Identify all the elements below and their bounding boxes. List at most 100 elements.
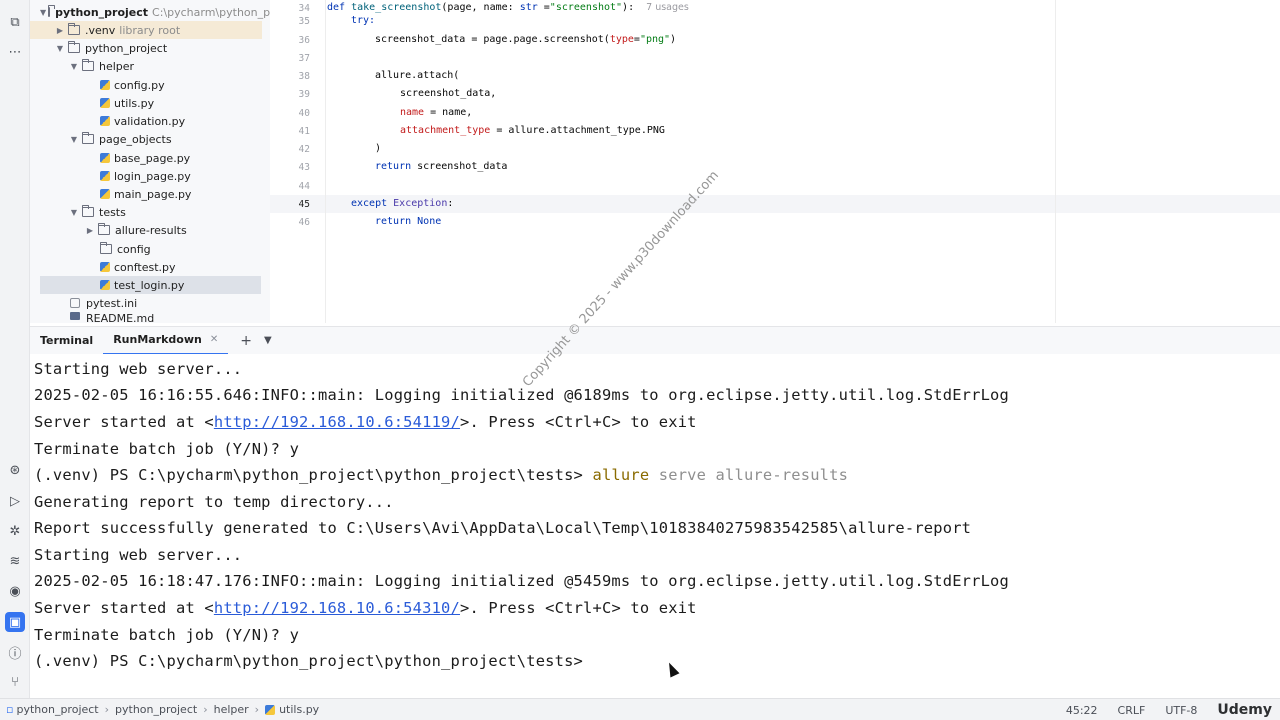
python-file-icon xyxy=(100,153,110,163)
line-number: 43 xyxy=(298,162,310,173)
tree-file[interactable]: validation.py xyxy=(30,112,262,130)
breadcrumb-item[interactable]: python_project xyxy=(16,703,98,716)
status-bar: ▫ python_project › python_project › help… xyxy=(0,698,1280,720)
python-file-icon xyxy=(100,189,110,199)
folder-icon xyxy=(82,205,94,217)
terminal-line: 2025-02-05 16:16:55.646:INFO::main: Logg… xyxy=(34,386,1009,404)
tab-runmarkdown[interactable]: RunMarkdown ✕ xyxy=(103,327,229,355)
python-file-icon xyxy=(100,80,110,90)
breadcrumb-item[interactable]: python_project xyxy=(115,703,197,716)
tree-file-selected[interactable]: test_login.py xyxy=(40,276,261,294)
right-margin-guide xyxy=(1055,0,1056,323)
more-icon[interactable]: ⋯ xyxy=(5,42,25,62)
terminal-line: (.venv) PS C:\pycharm\python_project\pyt… xyxy=(34,466,849,484)
python-file-icon xyxy=(100,116,110,126)
terminal-output[interactable]: Starting web server... 2025-02-05 16:16:… xyxy=(30,354,1280,698)
code-line-39: screenshot_data, xyxy=(400,88,497,99)
git-icon[interactable]: ⑂ xyxy=(5,672,25,692)
terminal-line: Terminate batch job (Y/N)? y xyxy=(34,626,300,644)
tree-file[interactable]: utils.py xyxy=(30,94,262,112)
line-number-current: 45 xyxy=(298,199,310,210)
terminal-prompt[interactable]: (.venv) PS C:\pycharm\python_project\pyt… xyxy=(34,652,583,670)
debug-icon[interactable]: ✲ xyxy=(5,521,25,541)
line-number: 38 xyxy=(298,71,310,82)
caret-position[interactable]: 45:22 xyxy=(1066,704,1098,717)
problems-icon[interactable]: ⓘ xyxy=(5,642,25,662)
structure-icon[interactable]: ⧉ xyxy=(5,12,25,32)
tree-file[interactable]: base_page.py xyxy=(30,149,262,167)
code-line-42: ) xyxy=(375,143,382,154)
tree-helper[interactable]: ▼ helper xyxy=(30,57,262,75)
server-link[interactable]: http://192.168.10.6:54119/ xyxy=(214,413,460,431)
terminal-icon[interactable]: ▣ xyxy=(5,612,25,632)
folder-icon xyxy=(82,59,94,71)
tree-venv[interactable]: ▶ .venv library root xyxy=(30,21,262,39)
code-line-41: attachment_type = allure.attachment_type… xyxy=(400,125,665,136)
line-number: 35 xyxy=(298,16,310,27)
breadcrumb-item[interactable]: utils.py xyxy=(279,703,319,716)
chevron-down-icon[interactable]: ▼ xyxy=(264,335,272,346)
tree-file[interactable]: config.py xyxy=(30,76,262,94)
breadcrumb: ▫ python_project › python_project › help… xyxy=(6,703,319,716)
tree-readme[interactable]: README.md xyxy=(30,312,262,323)
terminal-line: 2025-02-05 16:18:47.176:INFO::main: Logg… xyxy=(34,572,1009,590)
folder-icon xyxy=(82,132,94,144)
code-line-45: except Exception: xyxy=(351,198,454,209)
tree-file[interactable]: conftest.py xyxy=(30,258,262,276)
tree-page-objects[interactable]: ▼ page_objects xyxy=(30,130,262,148)
terminal-line: Starting web server... xyxy=(34,546,243,564)
project-icon: ▫ xyxy=(6,703,14,716)
terminal-line: Report successfully generated to C:\User… xyxy=(34,519,972,537)
terminal-line: Server started at <http://192.168.10.6:5… xyxy=(34,413,697,431)
tab-terminal[interactable]: Terminal xyxy=(30,327,103,355)
line-number: 42 xyxy=(298,144,310,155)
layers-icon[interactable]: ≋ xyxy=(5,551,25,571)
terminal-line: Server started at <http://192.168.10.6:5… xyxy=(34,599,697,617)
tree-file[interactable]: main_page.py xyxy=(30,185,262,203)
tree-inner-project[interactable]: ▼ python_project xyxy=(30,39,262,57)
run-icon[interactable]: ▷ xyxy=(5,491,25,511)
file-encoding[interactable]: UTF-8 xyxy=(1165,704,1197,717)
chevron-down-icon: ▼ xyxy=(70,207,78,217)
code-line-36: screenshot_data = page.page.screenshot(t… xyxy=(375,34,677,45)
tree-allure-results[interactable]: ▶ allure-results xyxy=(30,221,262,239)
tree-config[interactable]: config xyxy=(30,240,262,258)
tree-pytest-ini[interactable]: pytest.ini xyxy=(30,294,262,312)
close-icon[interactable]: ✕ xyxy=(210,334,218,345)
folder-icon xyxy=(98,223,110,235)
python-file-icon xyxy=(265,704,276,715)
chevron-right-icon: › xyxy=(203,703,208,716)
chevron-right-icon: › xyxy=(104,703,110,716)
project-tree: ▼ python_project C:\pycharm\python_proje… xyxy=(30,0,270,323)
line-number: 37 xyxy=(298,53,310,64)
terminal-line: Starting web server... xyxy=(34,360,243,378)
chevron-down-icon: ▼ xyxy=(56,43,64,53)
line-number: 39 xyxy=(298,89,310,100)
folder-icon xyxy=(68,41,80,53)
chevron-right-icon: ▶ xyxy=(56,25,64,35)
usages-hint: 7 usages xyxy=(646,2,689,13)
python-file-icon xyxy=(100,262,110,272)
line-number: 44 xyxy=(298,181,310,192)
tree-file[interactable]: login_page.py xyxy=(30,167,262,185)
line-number: 34 xyxy=(298,3,310,14)
line-separator[interactable]: CRLF xyxy=(1118,704,1146,717)
chevron-down-icon: ▼ xyxy=(70,134,78,144)
tree-root[interactable]: ▼ python_project C:\pycharm\python_proje… xyxy=(30,3,270,21)
server-link[interactable]: http://192.168.10.6:54310/ xyxy=(214,599,460,617)
python-file-icon xyxy=(100,171,110,181)
tree-tests[interactable]: ▼ tests xyxy=(30,203,262,221)
code-line-34: def take_screenshot(page, name: str ="sc… xyxy=(327,2,689,13)
add-tab-icon[interactable]: + xyxy=(240,333,252,349)
breadcrumb-item[interactable]: helper xyxy=(214,703,249,716)
chevron-right-icon: › xyxy=(254,703,260,716)
terminal-line: Terminate batch job (Y/N)? y xyxy=(34,440,300,458)
code-editor[interactable]: 34 35 36 37 38 39 40 41 42 43 44 45 46 d… xyxy=(270,0,1280,323)
folder-icon xyxy=(68,23,80,35)
services-icon[interactable]: ◉ xyxy=(5,581,25,601)
chevron-down-icon: ▼ xyxy=(70,61,78,71)
markdown-file-icon xyxy=(70,312,80,320)
code-line-46: return None xyxy=(375,216,442,227)
python-packages-icon[interactable]: ⊛ xyxy=(5,460,25,480)
code-line-38: allure.attach( xyxy=(375,70,460,81)
